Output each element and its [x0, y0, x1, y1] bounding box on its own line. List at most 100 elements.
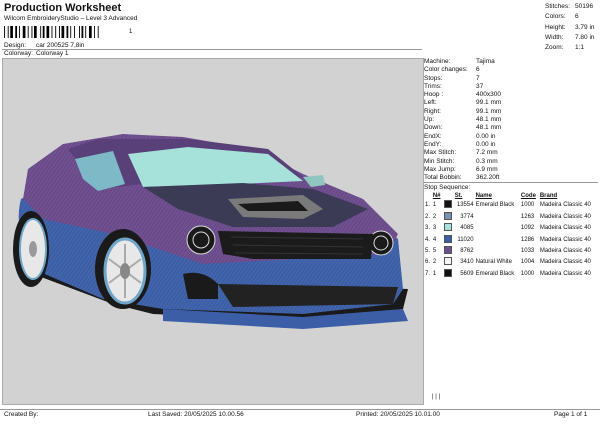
colorway-value: Colorway 1	[36, 50, 69, 57]
info-value: 0.3 mm	[476, 157, 498, 165]
summary-row: Stitches: 50196	[545, 3, 594, 10]
info-label: Up:	[424, 116, 435, 124]
table-row: 4. 4 11020 1286 Madeira Classic 40	[424, 234, 598, 246]
stop-number: 4.	[425, 236, 431, 243]
thread-brand: Madeira Classic 40	[539, 225, 591, 232]
info-label: Max Stitch:	[424, 149, 457, 157]
color-swatch-cell	[443, 257, 454, 268]
footer-divider	[0, 409, 600, 410]
info-value: 362.20ft	[476, 174, 500, 182]
info-label: Min Stitch:	[424, 157, 455, 165]
machine-info-row: Stops: 7	[424, 75, 598, 83]
info-label: Down:	[424, 124, 443, 132]
car-embroidery-image	[13, 134, 408, 329]
info-label: Hoop :	[424, 91, 444, 99]
color-swatch-cell	[443, 246, 454, 257]
thread-name: Emerald Black	[475, 270, 515, 277]
thread-code: 1004	[520, 259, 535, 266]
stop-sequence-table: N# St. Name Code Brand 1. 1 13554 Emerald Black 1…	[424, 192, 598, 280]
barcode-suffix: 1	[129, 29, 133, 35]
page-number: Page 1 of 1	[554, 411, 588, 418]
stop-sequence-title: Stop Sequence:	[424, 184, 471, 192]
info-value: 7.2 mm	[476, 149, 498, 157]
thread-code: 1033	[520, 248, 535, 255]
info-label: EndY:	[424, 140, 442, 148]
machine-info-row: EndX: 0.00 in	[424, 133, 598, 141]
info-value: 0.00 in	[476, 132, 496, 140]
info-label: Left:	[424, 99, 437, 107]
design-label: Design:	[4, 42, 27, 49]
thread-code: 1000	[520, 202, 535, 209]
thread-name	[475, 246, 520, 257]
thread-code: 1286	[520, 236, 535, 243]
info-value: 0.00 in	[476, 140, 496, 148]
machine-info-row: Color changes: 6	[424, 66, 598, 74]
info-value: 48.1 mm	[476, 124, 502, 132]
color-swatch-cell	[443, 200, 454, 211]
needle-number: 3	[432, 225, 437, 232]
color-swatch-icon	[443, 223, 452, 232]
col-swatch	[443, 192, 454, 200]
stop-number: 2.	[425, 213, 431, 220]
needle-number: 1	[432, 202, 437, 209]
machine-info-row: Down: 48.1 mm	[424, 124, 598, 132]
col-stop	[424, 192, 432, 200]
info-label: Trims:	[424, 82, 442, 90]
table-row: 7. 1 5609 Emerald Black 1000 Madeira Classic …	[424, 268, 598, 280]
table-row: 3. 3 4085 1092 Madeira Classic 40	[424, 223, 598, 234]
info-value: 6.9 mm	[476, 165, 498, 173]
needle-number: 4	[432, 236, 437, 243]
color-swatch-icon	[443, 257, 452, 266]
info-label: EndX:	[424, 132, 442, 140]
table-row: 5. 5 8762 1033 Madeira Classic 40	[424, 246, 598, 257]
machine-info-row: Left: 99.1 mm	[424, 99, 598, 107]
machine-info-panel: Machine: Tajima Color changes: 6 Stops: 7 Trim…	[424, 58, 598, 280]
machine-info-row: EndY: 0.00 in	[424, 141, 598, 149]
thread-name: Emerald Black	[475, 202, 515, 209]
stitch-count: 11020	[457, 236, 474, 243]
thread-brand: Madeira Classic 40	[539, 236, 591, 243]
machine-info-row: Trims: 37	[424, 83, 598, 91]
needle-number: 2	[432, 259, 437, 266]
machine-info-row: Up: 48.1 mm	[424, 116, 598, 124]
col-code: Code	[520, 193, 536, 200]
tick-marks: | | |	[432, 394, 441, 400]
machine-info-row: Max Jump: 6.9 mm	[424, 166, 598, 174]
stitch-count: 3774	[460, 213, 474, 220]
colorway-label: Colorway:	[4, 50, 33, 57]
thread-brand: Madeira Classic 40	[539, 270, 591, 277]
col-stitches: St.	[454, 193, 463, 200]
thread-name	[475, 235, 520, 246]
color-swatch-icon	[443, 200, 452, 209]
summary-row: Colors: 6	[545, 13, 579, 21]
last-saved: Last Saved: 20/05/2025 10.00.56	[148, 411, 244, 418]
info-label: Stops:	[424, 74, 443, 82]
color-swatch-cell	[443, 268, 454, 280]
thread-name	[475, 212, 520, 223]
design-preview[interactable]	[2, 58, 424, 405]
thread-name	[475, 223, 520, 234]
machine-info-row: Hoop : 400x300	[424, 91, 598, 99]
thread-brand: Madeira Classic 40	[539, 202, 591, 209]
design-value: car 200525 7,8in	[36, 42, 85, 49]
stop-number: 7.	[425, 270, 431, 277]
color-swatch-cell	[443, 234, 454, 246]
machine-info-row: Total Bobbin: 362.20ft	[424, 174, 598, 182]
stitch-count: 8762	[460, 248, 474, 255]
info-label: Max Jump:	[424, 165, 456, 173]
info-label: Machine:	[424, 58, 451, 65]
thread-name: Natural White	[475, 259, 512, 266]
stitch-count: 3410	[460, 259, 474, 266]
col-n: N#	[432, 193, 441, 200]
needle-number: 1	[432, 270, 437, 277]
thread-brand: Madeira Classic 40	[539, 259, 591, 266]
color-swatch-cell	[443, 211, 454, 223]
needle-number: 5	[432, 248, 437, 255]
info-label: Color changes:	[424, 66, 468, 74]
color-swatch-icon	[443, 211, 452, 220]
created-by: Created By:	[4, 411, 39, 418]
info-value: 6	[476, 66, 480, 74]
software-subtitle: Wilcom EmbroideryStudio – Level 3 Advanc…	[4, 15, 138, 22]
table-row: 2. 2 3774 1263 Madeira Classic 40	[424, 211, 598, 223]
color-swatch-icon	[443, 268, 452, 277]
